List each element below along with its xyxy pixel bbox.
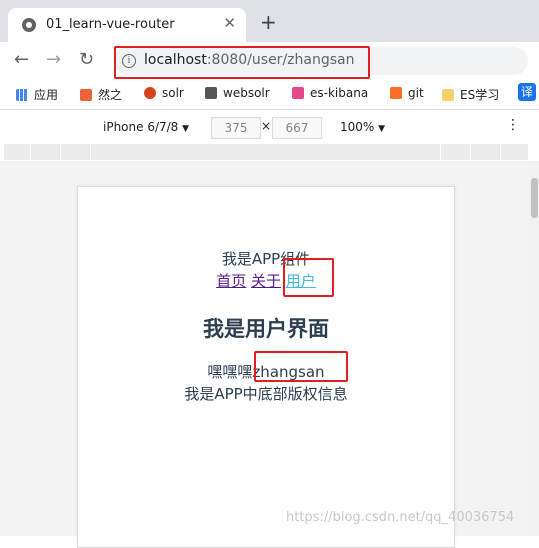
bookmarks-bar: 应用 然之 solr websolr es-kibana git ES学习 译: [0, 80, 539, 108]
bookmark-apps[interactable]: 应用: [16, 86, 58, 103]
dimension-separator: ×: [261, 119, 272, 133]
nav-link-about[interactable]: 关于: [251, 272, 281, 290]
page-heading: 我是用户界面: [203, 317, 329, 341]
device-toolbar: iPhone 6/7/8 ▼ 375 × 667 100% ▼ ⋮: [0, 114, 539, 140]
url-highlight-box: [114, 46, 370, 79]
width-input[interactable]: 375: [211, 117, 261, 139]
tab-title: 01_learn-vue-router: [46, 17, 175, 32]
reload-icon[interactable]: ↻: [79, 49, 94, 70]
folder-icon: [442, 89, 454, 101]
close-tab-icon[interactable]: ✕: [223, 14, 236, 32]
bookmark-solr[interactable]: solr: [144, 86, 184, 100]
gitlab-icon: [390, 87, 402, 99]
new-tab-icon[interactable]: +: [260, 10, 277, 34]
watermark-text: https://blog.csdn.net/qq_40036754: [286, 510, 515, 525]
zoom-select[interactable]: 100% ▼: [340, 120, 385, 134]
chevron-down-icon: ▼: [378, 124, 386, 134]
ruler-divider: [30, 144, 31, 160]
ruler-divider: [440, 144, 441, 160]
height-input[interactable]: 667: [272, 117, 322, 139]
solr-icon: [144, 87, 156, 99]
bookmark-es-kibana[interactable]: es-kibana: [292, 86, 368, 100]
user-link-highlight-box: [283, 258, 334, 297]
device-select[interactable]: iPhone 6/7/8 ▼: [103, 120, 189, 134]
router-nav: 首页 关于 用户: [78, 270, 454, 291]
scrollbar-thumb[interactable]: [531, 178, 538, 218]
footer-copyright: 我是APP中底部版权信息: [184, 385, 348, 403]
bookmark-es-learn[interactable]: ES学习: [442, 86, 499, 103]
user-id-highlight-box: [254, 351, 348, 382]
back-icon[interactable]: ←: [14, 49, 29, 70]
websolr-icon: [205, 87, 217, 99]
forward-icon[interactable]: →: [46, 49, 61, 70]
bookmark-websolr[interactable]: websolr: [205, 86, 270, 100]
user-prefix-text: 嘿嘿嘿: [207, 363, 253, 381]
ruler-divider: [500, 144, 501, 160]
ruler-divider: [90, 144, 91, 160]
media-query-ruler: [4, 144, 528, 160]
translate-icon[interactable]: 译: [518, 83, 536, 101]
ranzhi-icon: [80, 89, 92, 101]
ruler-divider: [470, 144, 471, 160]
browser-tab[interactable]: 01_learn-vue-router ✕: [8, 8, 246, 42]
more-options-icon[interactable]: ⋮: [506, 117, 520, 133]
bookmark-ranzhi[interactable]: 然之: [80, 86, 122, 103]
apps-grid-icon: [16, 89, 28, 101]
globe-icon: [22, 18, 36, 32]
chevron-down-icon: ▼: [182, 124, 190, 134]
divider: [0, 109, 539, 110]
app-component-text: 我是APP组件: [221, 250, 311, 268]
tab-strip: 01_learn-vue-router ✕ +: [0, 0, 539, 42]
kibana-icon: [292, 87, 304, 99]
bookmark-git[interactable]: git: [390, 86, 424, 100]
nav-link-home[interactable]: 首页: [216, 272, 246, 290]
ruler-divider: [60, 144, 61, 160]
